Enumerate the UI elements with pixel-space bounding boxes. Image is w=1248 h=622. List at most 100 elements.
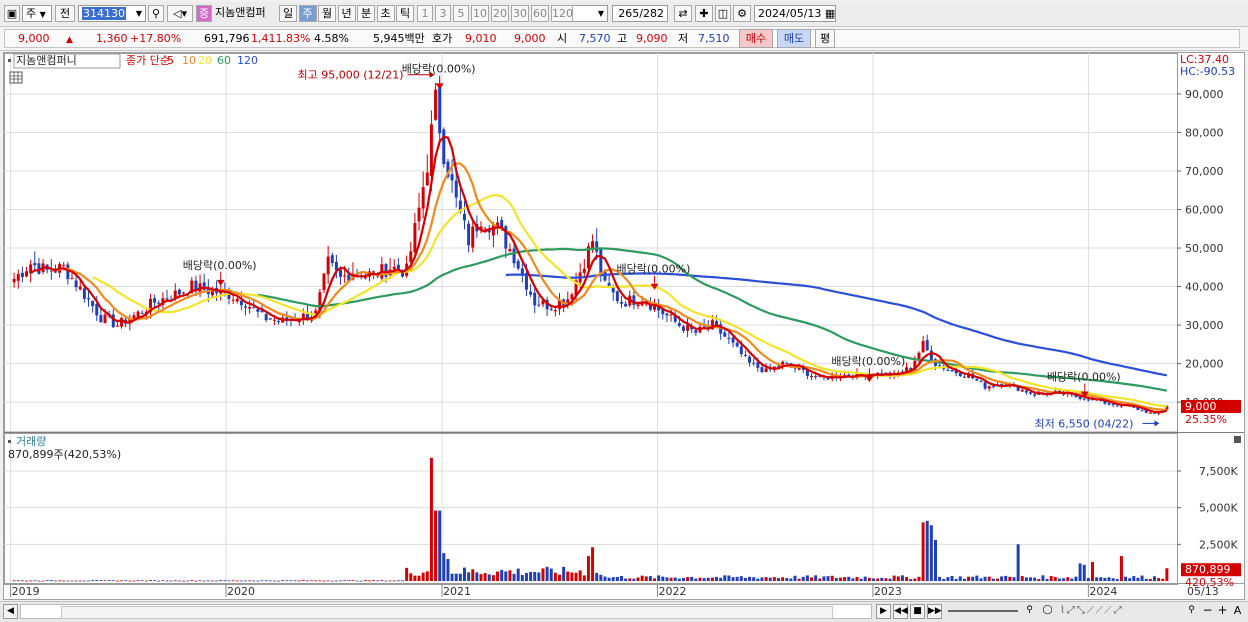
candle-body — [343, 275, 347, 277]
volume-bar — [1111, 578, 1115, 581]
tab-period-1[interactable]: 주 — [298, 5, 317, 22]
chart-area[interactable]: 10,00020,00030,00040,00050,00060,00070,0… — [3, 52, 1245, 600]
candle-body — [421, 187, 425, 209]
tab-interval-60[interactable]: 60 — [531, 5, 549, 22]
scroll-left-icon[interactable]: ◀ — [3, 604, 18, 619]
legend-bullet — [8, 440, 11, 443]
candle-body — [330, 255, 334, 263]
tab-period-2[interactable]: 월 — [318, 5, 336, 22]
tab-interval-30[interactable]: 30 — [511, 5, 529, 22]
window-icon[interactable]: ▣ — [4, 5, 20, 22]
volume-tick-label: 7,500K — [1199, 465, 1238, 478]
volume-bar — [107, 580, 111, 581]
eval-button[interactable]: 평 — [815, 29, 835, 48]
volume-bar — [872, 578, 876, 581]
zoom-out-icon[interactable]: − — [1200, 604, 1215, 619]
tab-interval-20[interactable]: 20 — [491, 5, 509, 22]
volume-bar — [578, 570, 582, 581]
volume-bar — [429, 457, 433, 581]
volume-bar — [62, 580, 66, 582]
link-icon[interactable]: ⇄ — [674, 5, 692, 22]
scroll-track[interactable] — [20, 604, 872, 619]
volume-bar — [677, 578, 681, 581]
zoom-icon[interactable]: ◯ — [1040, 604, 1055, 619]
auto-scale-icon[interactable]: A — [1230, 604, 1245, 619]
count-display[interactable]: 265/282 — [612, 5, 668, 22]
prev-button[interactable]: 전 — [55, 5, 75, 22]
tab-interval-10[interactable]: 10 — [471, 5, 489, 22]
drawing-tools-icon[interactable]: ⌇⤢⤡⟋⟋⟋⤢ — [1060, 605, 1180, 618]
volume-bar — [958, 576, 962, 581]
volume-bar — [1161, 578, 1165, 581]
tab-period-0[interactable]: 일 — [279, 5, 297, 22]
candle-body — [1148, 412, 1152, 414]
magnify-icon[interactable]: ⚲ — [1022, 604, 1037, 619]
rewind-icon[interactable]: ◀◀ — [893, 604, 908, 619]
volume-bar — [553, 572, 557, 581]
volume-bar — [16, 580, 20, 582]
tab-interval-3[interactable]: 3 — [435, 5, 451, 22]
tab-period-5[interactable]: 초 — [376, 5, 395, 22]
stop-icon[interactable]: ■ — [910, 604, 925, 619]
zoom-range-icon[interactable]: ⚲ — [1184, 604, 1199, 619]
candle-body — [686, 324, 690, 331]
search-icon[interactable]: ⚲ — [148, 5, 164, 22]
volume-bar — [314, 580, 318, 582]
interval-select[interactable]: ▼ — [572, 5, 608, 22]
candle-body — [591, 241, 595, 249]
volume-bar — [157, 580, 161, 582]
stock-badge[interactable]: 증 — [196, 5, 212, 22]
gear-icon[interactable]: ⚙ — [733, 5, 751, 22]
volume-bar — [752, 577, 756, 581]
volume-bar — [516, 568, 520, 581]
sell-button[interactable]: 매도 — [777, 29, 811, 48]
scroll-right-icon[interactable]: ▶ — [876, 604, 891, 619]
current-price: 9,000 — [18, 32, 50, 45]
volume-bar — [826, 576, 830, 581]
ex-dividend-label: 배당락(0.00%) — [617, 263, 691, 276]
volume-bar — [702, 578, 706, 581]
crosshair-icon[interactable]: ✚ — [695, 5, 713, 22]
volume-bar — [161, 580, 165, 582]
volume-bar — [624, 578, 628, 581]
mode-select[interactable]: 주 ▼ — [22, 5, 52, 22]
candle-body — [1111, 404, 1115, 406]
price-tick-label: 70,000 — [1185, 165, 1224, 178]
candle-body — [425, 172, 429, 186]
scroll-thumb[interactable] — [61, 606, 833, 619]
table-icon — [9, 71, 23, 84]
x-tick-label: 2022 — [658, 585, 686, 598]
candle-body — [256, 308, 260, 312]
hc-label: HC:-90.53 — [1180, 65, 1235, 78]
candle-body — [1029, 392, 1033, 394]
buy-button[interactable]: 매수 — [739, 29, 773, 48]
tab-period-4[interactable]: 분 — [357, 5, 375, 22]
volume-bar — [921, 522, 925, 581]
zoom-in-icon[interactable]: + — [1215, 604, 1230, 619]
candle-body — [272, 319, 276, 321]
zoom-slider[interactable] — [948, 610, 1018, 612]
volume-bar — [305, 580, 309, 582]
volume-bar — [148, 580, 152, 581]
volume-bar — [1099, 577, 1103, 581]
stock-chart[interactable]: 10,00020,00030,00040,00050,00060,00070,0… — [4, 53, 1244, 599]
play-icon[interactable]: ▶▶ — [927, 604, 942, 619]
save-icon[interactable]: ◫ — [715, 5, 731, 22]
right-arrow-icon — [1154, 420, 1160, 427]
tab-period-3[interactable]: 년 — [337, 5, 356, 22]
candle-body — [735, 342, 739, 347]
tab-interval-120[interactable]: 120 — [551, 5, 573, 22]
volume-bar — [574, 572, 578, 581]
volume-bar — [318, 580, 322, 582]
speaker-icon[interactable]: ◁▾ — [167, 5, 193, 22]
candle-body — [334, 261, 338, 270]
tab-interval-5[interactable]: 5 — [453, 5, 469, 22]
volume-bar — [975, 575, 979, 581]
candle-body — [136, 311, 140, 317]
tab-period-6[interactable]: 틱 — [396, 5, 414, 22]
candle-body — [958, 373, 962, 377]
date-input[interactable]: 2024/05/13 ▦ — [754, 5, 836, 22]
tab-interval-1[interactable]: 1 — [417, 5, 433, 22]
code-input[interactable]: 314130 ▼ — [78, 5, 146, 22]
volume-bar — [797, 578, 801, 581]
